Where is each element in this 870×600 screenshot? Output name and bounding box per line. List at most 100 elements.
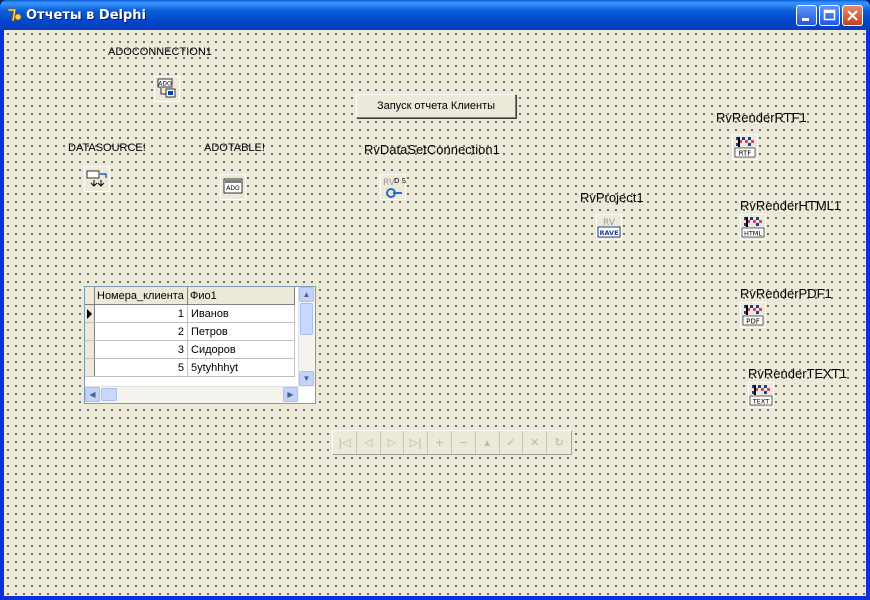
first-record-button[interactable]: |◁ — [333, 431, 357, 454]
scroll-down-button[interactable]: ▼ — [299, 371, 314, 386]
prior-record-button[interactable]: ◁ — [357, 431, 381, 454]
adotable-component[interactable]: ADO — [220, 174, 246, 200]
last-record-button[interactable]: ▷| — [404, 431, 429, 454]
datasource-label: DATASOURCE! — [68, 142, 146, 154]
main-window: Отчеты в Delphi ADOCONNECTION1 ADO DATAS… — [0, 0, 870, 600]
rvrenderrtf-component[interactable]: RTF — [732, 134, 758, 160]
cancel-edit-button[interactable]: ✕ — [523, 431, 548, 454]
rvrenderrtf-icon: RTF — [732, 134, 758, 160]
window-title: Отчеты в Delphi — [26, 8, 146, 23]
db-navigator[interactable]: |◁ ◁ ▷ ▷| + − ▴ ✓ ✕ ↻ — [332, 430, 572, 455]
ds-icon-text: D S — [394, 177, 406, 185]
chevron-left-icon: ◀ — [89, 390, 96, 399]
row-indicator — [85, 340, 95, 359]
insert-record-button[interactable]: + — [428, 431, 452, 454]
datasource-component[interactable] — [84, 166, 110, 192]
adotable-label: ADOTABLE! — [204, 142, 265, 154]
last-icon: ▷| — [409, 436, 422, 449]
grid-cell-num[interactable]: 3 — [94, 340, 188, 359]
table-row[interactable]: 5 5ytyhhhyt — [85, 358, 295, 377]
delete-icon: − — [458, 436, 468, 449]
adoconnection-component[interactable]: ADO — [154, 76, 180, 102]
delphi-app-icon[interactable] — [6, 7, 22, 23]
grid-cell-name[interactable]: 5ytyhhhyt — [187, 358, 295, 377]
rtf-icon-text: RTF — [739, 150, 752, 158]
chevron-down-icon: ▼ — [302, 374, 311, 383]
close-button[interactable] — [842, 5, 863, 26]
rvrenderhtml-component[interactable]: HTML — [740, 214, 766, 240]
rvrenderhtml-icon: HTML — [740, 214, 766, 240]
rvrenderpdf-label: RvRenderPDF1 — [740, 286, 832, 301]
rvproject-icon: RV RAVE — [596, 214, 622, 240]
rvrenderhtml-label: RvRenderHTML1 — [740, 198, 842, 213]
rvrenderpdf-component[interactable]: PDF — [740, 302, 766, 328]
refresh-icon: ↻ — [554, 436, 564, 449]
vertical-scrollbar[interactable]: ▲ ▼ — [298, 287, 315, 387]
rvdatasetconnection-icon: RV D S — [380, 174, 407, 200]
post-icon: ✓ — [506, 436, 516, 449]
first-icon: |◁ — [338, 436, 351, 449]
close-icon — [847, 10, 858, 21]
rvrendertext-icon: TEXT — [748, 382, 774, 408]
grid-cell-num[interactable]: 1 — [94, 304, 188, 323]
edit-icon: ▴ — [484, 436, 490, 449]
grid-cell-name[interactable]: Иванов — [187, 304, 295, 323]
rvrendertext-component[interactable]: TEXT — [748, 382, 774, 408]
table-row[interactable]: 3 Сидоров — [85, 340, 295, 359]
table-row[interactable]: 2 Петров — [85, 322, 295, 341]
maximize-button[interactable] — [819, 5, 840, 26]
rvrenderrtf-label: RvRenderRTF1 — [716, 110, 807, 125]
grid-column-header[interactable]: Фио1 — [187, 287, 295, 305]
rvproject-component[interactable]: RV RAVE — [596, 214, 622, 240]
vertical-scroll-thumb[interactable] — [300, 303, 313, 335]
scroll-left-button[interactable]: ◀ — [85, 387, 100, 402]
adotable-icon: ADO — [220, 174, 246, 200]
table-row[interactable]: 1 Иванов — [85, 304, 295, 323]
rvrenderpdf-icon: PDF — [740, 302, 766, 328]
adoconnection-icon: ADO — [154, 76, 180, 102]
chevron-right-icon: ▶ — [287, 390, 294, 399]
chevron-up-icon: ▲ — [302, 290, 311, 299]
prior-icon: ◁ — [363, 436, 373, 449]
refresh-data-button[interactable]: ↻ — [547, 431, 571, 454]
db-grid[interactable]: Номера_клиента Фио1 1 Иванов 2 Петров 3 … — [84, 286, 316, 404]
grid-header-row: Номера_клиента Фио1 — [85, 287, 295, 305]
row-indicator — [85, 322, 95, 341]
grid-table: Номера_клиента Фио1 1 Иванов 2 Петров 3 … — [85, 287, 295, 377]
ado-icon-text: ADO — [158, 81, 172, 88]
rvdatasetconnection-component[interactable]: RV D S — [380, 174, 407, 200]
grid-cell-name[interactable]: Петров — [187, 322, 295, 341]
grid-indicator-header — [85, 287, 95, 305]
insert-icon: + — [434, 436, 445, 449]
post-record-button[interactable]: ✓ — [500, 431, 524, 454]
delete-record-button[interactable]: − — [452, 431, 476, 454]
adotable-icon-text: ADO — [226, 185, 240, 192]
rvrendertext-label: RvRenderTEXT1 — [748, 366, 847, 381]
next-icon: ▷ — [387, 436, 397, 449]
grid-cell-num[interactable]: 5 — [94, 358, 188, 377]
cancel-icon: ✕ — [530, 436, 540, 449]
html-icon-text: HTML — [744, 230, 762, 238]
horizontal-scrollbar[interactable]: ◀ ▶ — [85, 386, 299, 403]
horizontal-scroll-thumb[interactable] — [101, 388, 117, 401]
next-record-button[interactable]: ▷ — [381, 431, 405, 454]
pdf-icon-text: PDF — [746, 318, 760, 326]
grid-column-header[interactable]: Номера_клиента — [94, 287, 188, 305]
scroll-right-button[interactable]: ▶ — [283, 387, 298, 402]
form-designer: ADOCONNECTION1 ADO DATASOURCE! ADOTABLE!… — [4, 30, 866, 596]
adoconnection-label: ADOCONNECTION1 — [108, 46, 212, 58]
title-bar[interactable]: Отчеты в Delphi — [0, 0, 870, 30]
scroll-up-button[interactable]: ▲ — [299, 287, 314, 302]
rave-icon-text: RAVE — [599, 229, 618, 237]
minimize-button[interactable] — [796, 5, 817, 26]
grid-cell-num[interactable]: 2 — [94, 322, 188, 341]
grid-cell-name[interactable]: Сидоров — [187, 340, 295, 359]
run-report-button[interactable]: Запуск отчета Клиенты — [356, 94, 516, 118]
row-pointer-icon — [87, 309, 92, 319]
maximize-icon — [823, 9, 836, 21]
rvdatasetconnection-label: RvDataSetConnection1 — [364, 142, 500, 157]
rvproject-label: RvProject1 — [580, 190, 644, 205]
current-row-indicator — [85, 304, 95, 323]
edit-record-button[interactable]: ▴ — [476, 431, 500, 454]
text-icon-text: TEXT — [752, 398, 769, 406]
